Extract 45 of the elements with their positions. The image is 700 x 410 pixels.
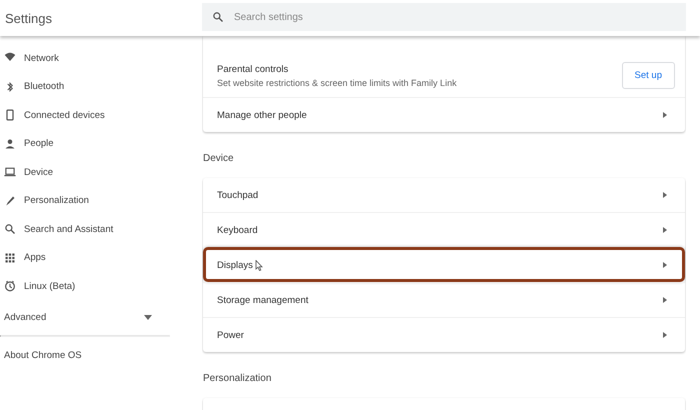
chevron-icon <box>663 227 667 233</box>
chevron-icon <box>663 332 667 338</box>
sidebar-item[interactable]: Connected devices <box>0 101 202 130</box>
grid-icon <box>4 252 16 264</box>
row-label: Power <box>217 330 244 340</box>
sidebar-item[interactable]: Device <box>0 158 202 186</box>
sidebar-item[interactable]: Bluetooth <box>0 72 202 101</box>
search-icon <box>4 223 16 236</box>
sidebar-item[interactable]: Apps <box>0 244 202 272</box>
laptop-icon <box>4 166 16 178</box>
chevron-icon <box>663 297 667 303</box>
person-icon <box>4 138 16 150</box>
section-heading: Personalization <box>202 372 272 386</box>
sidebar-item[interactable]: Linux (Beta) <box>0 272 202 300</box>
sidebar-item[interactable]: Search and Assistant <box>0 215 202 244</box>
sidebar-item[interactable]: About Chrome OS <box>0 336 82 360</box>
chevron-icon <box>663 112 667 118</box>
search-icon <box>212 11 224 23</box>
row-label: Parental controls <box>217 64 290 74</box>
setup-button[interactable]: Set up <box>622 62 675 89</box>
phone-icon <box>4 109 16 122</box>
brush-icon <box>4 194 16 207</box>
settings-row[interactable]: Keyboard <box>203 212 685 247</box>
cursor-icon <box>254 260 263 270</box>
sidebar-item[interactable]: Personalization <box>0 186 202 215</box>
sidebar-item[interactable]: People <box>0 130 202 158</box>
clock-icon <box>4 280 16 292</box>
app-title: Settings <box>4 10 53 26</box>
caret-icon <box>144 315 152 320</box>
section-heading: Device <box>202 152 234 166</box>
advanced-toggle[interactable]: Advanced <box>0 300 168 334</box>
settings-row[interactable]: Touchpad <box>203 178 685 212</box>
row-label: Manage other people <box>217 110 307 120</box>
row-label: Storage management <box>217 294 308 306</box>
sidebar-item[interactable]: Network <box>0 44 202 72</box>
row-label: Keyboard <box>217 224 258 236</box>
settings-row[interactable]: Power <box>203 317 685 352</box>
chevron-icon <box>663 262 667 268</box>
row-description: Set website restrictions & screen time limits with Family Link <box>217 78 457 88</box>
settings-row[interactable]: Storage management <box>203 282 685 317</box>
row-label: Displays <box>217 260 253 270</box>
chevron-icon <box>663 192 667 198</box>
row-label: Touchpad <box>217 190 258 200</box>
settings-row[interactable]: Displays <box>203 247 685 282</box>
settings-row[interactable]: Manage other people <box>203 97 685 132</box>
